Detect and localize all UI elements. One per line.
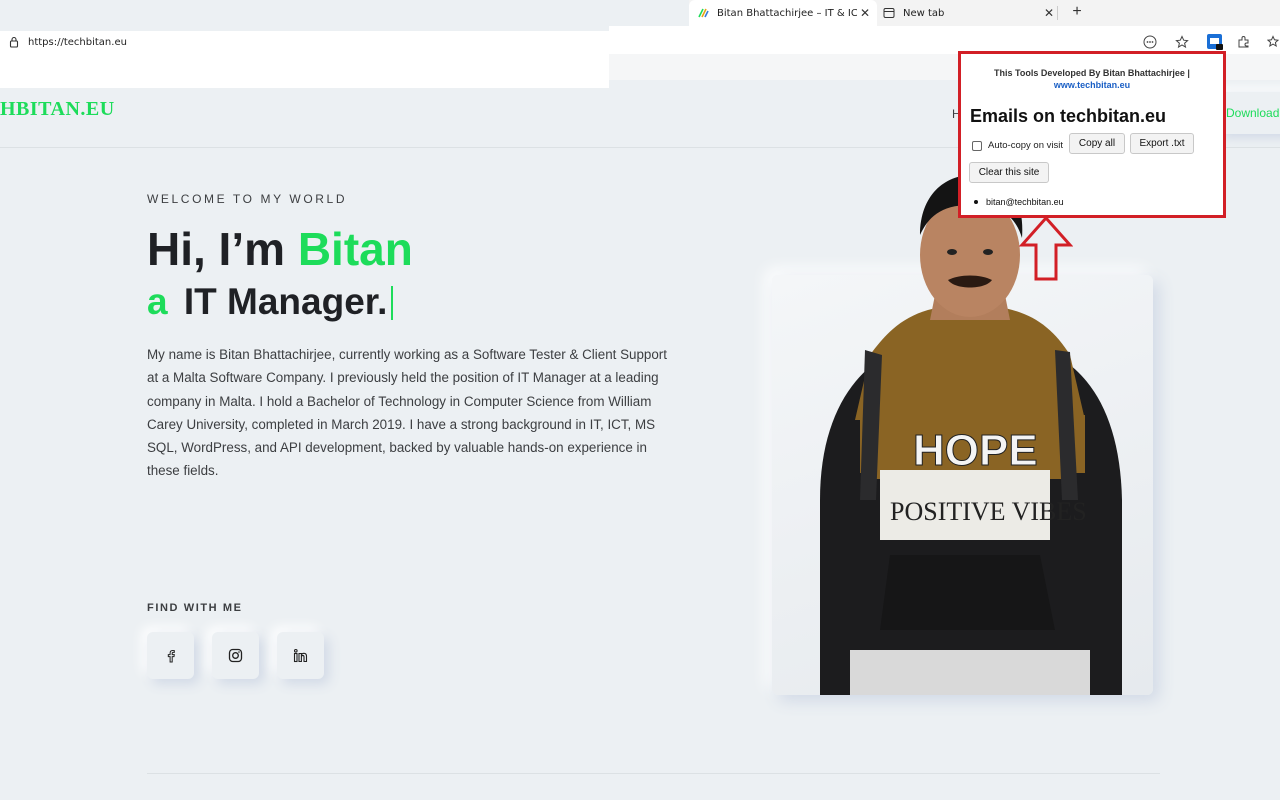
lock-icon bbox=[9, 36, 19, 48]
clear-site-button[interactable]: Clear this site bbox=[969, 162, 1049, 183]
role-prefix: a bbox=[147, 281, 168, 322]
address-bar-dropdown-area bbox=[0, 53, 609, 88]
annotation-up-arrow bbox=[1019, 215, 1073, 281]
linkedin-link[interactable] bbox=[277, 632, 324, 679]
site-favicon-icon bbox=[698, 8, 709, 18]
developer-credit: This Tools Developed By Bitan Bhattachir… bbox=[961, 67, 1223, 91]
browser-tab-active[interactable]: Bitan Bhattachirjee – IT & ICT Fiel ✕ bbox=[689, 0, 877, 26]
shirt-text-hope: HOPE bbox=[913, 426, 1038, 475]
email-address: bitan@techbitan.eu bbox=[986, 197, 1064, 207]
section-divider bbox=[147, 773, 1160, 774]
browser-tab-newtab[interactable]: New tab ✕ bbox=[877, 0, 1061, 26]
welcome-subtitle: WELCOME TO MY WORLD bbox=[147, 192, 348, 206]
shirt-text-positive-vibes: POSITIVE VIBES bbox=[890, 497, 1087, 526]
facebook-icon bbox=[167, 649, 175, 662]
newtab-page-icon bbox=[883, 8, 895, 18]
extensions-puzzle-icon[interactable] bbox=[1235, 33, 1253, 51]
site-logo[interactable]: HBITAN.EU bbox=[0, 98, 115, 121]
email-extractor-popup: This Tools Developed By Bitan Bhattachir… bbox=[958, 51, 1226, 218]
new-tab-button[interactable]: + bbox=[1067, 2, 1087, 22]
tab-divider bbox=[1057, 6, 1058, 20]
bullet bbox=[974, 200, 978, 204]
close-tab-icon[interactable]: ✕ bbox=[857, 6, 873, 20]
email-list-item[interactable]: bitan@techbitan.eu bbox=[974, 197, 1064, 207]
instagram-link[interactable] bbox=[212, 632, 259, 679]
download-label: Download bbox=[1226, 106, 1280, 120]
developer-line: This Tools Developed By Bitan Bhattachir… bbox=[994, 68, 1190, 78]
role-text: IT Manager. bbox=[183, 281, 388, 322]
auto-copy-toggle[interactable]: Auto-copy on visit bbox=[972, 140, 1063, 151]
typing-cursor bbox=[391, 286, 394, 320]
developer-link[interactable]: www.techbitan.eu bbox=[961, 79, 1223, 91]
browser-tabstrip: Bitan Bhattachirjee – IT & ICT Fiel ✕ Ne… bbox=[689, 0, 1280, 26]
auto-copy-checkbox[interactable] bbox=[972, 140, 982, 151]
hero-role: a IT Manager. bbox=[147, 281, 394, 323]
profile-photo: HOPE POSITIVE VIBES bbox=[820, 175, 1122, 695]
copy-all-button[interactable]: Copy all bbox=[1069, 133, 1125, 154]
facebook-link[interactable] bbox=[147, 632, 194, 679]
auto-copy-label: Auto-copy on visit bbox=[988, 140, 1063, 151]
address-bar[interactable]: https://techbitan.eu bbox=[0, 31, 609, 53]
hero-bio: My name is Bitan Bhattachirjee, currentl… bbox=[147, 347, 667, 479]
export-txt-button[interactable]: Export .txt bbox=[1130, 133, 1194, 154]
more-options-icon[interactable] bbox=[1141, 33, 1159, 51]
favorites-list-icon[interactable] bbox=[1265, 33, 1280, 51]
hero-heading: Hi, I’m Bitan bbox=[147, 222, 413, 276]
heading-name: Bitan bbox=[297, 223, 413, 275]
tab-title: New tab bbox=[903, 7, 945, 19]
popup-title: Emails on techbitan.eu bbox=[970, 106, 1167, 126]
instagram-icon bbox=[228, 648, 243, 663]
tab-title: Bitan Bhattachirjee – IT & ICT Fiel bbox=[717, 7, 857, 19]
heading-prefix: Hi, I’m bbox=[147, 223, 298, 275]
favorite-star-icon[interactable] bbox=[1173, 33, 1191, 51]
find-with-me-label: FIND WITH ME bbox=[147, 602, 243, 614]
url-text: https://techbitan.eu bbox=[28, 36, 127, 48]
linkedin-icon bbox=[293, 648, 308, 663]
email-extractor-extension-icon[interactable] bbox=[1206, 33, 1224, 51]
close-tab-icon[interactable]: ✕ bbox=[1041, 6, 1057, 20]
download-cv-button[interactable]: Download bbox=[1218, 92, 1280, 134]
